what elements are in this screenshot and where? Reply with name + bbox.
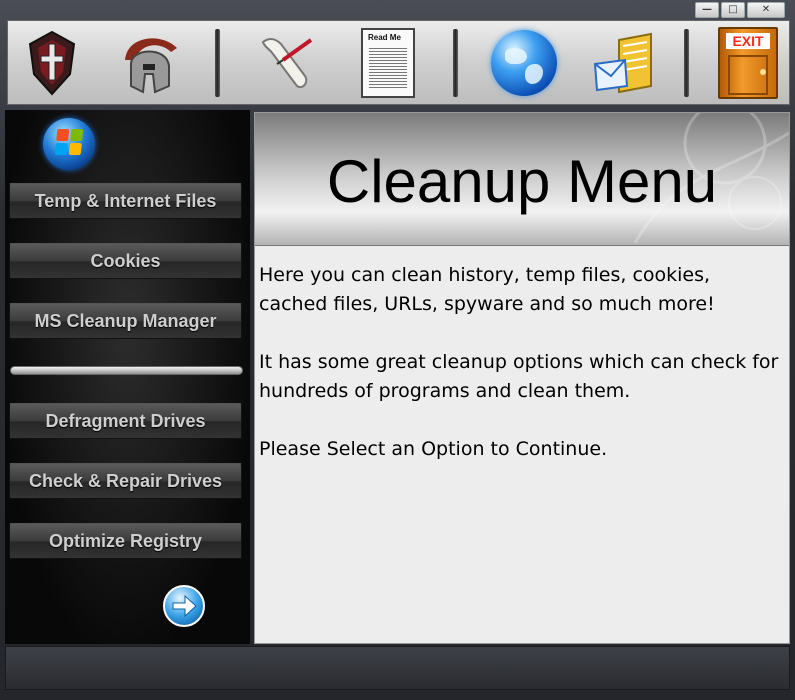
restore-button[interactable]: □ — [721, 2, 745, 18]
window-controls: — □ ✕ — [695, 2, 785, 18]
toolbar-separator — [453, 29, 458, 97]
mail-icon[interactable] — [588, 27, 660, 99]
exit-door-icon[interactable]: EXIT — [712, 27, 784, 99]
readme-label: Read Me — [368, 33, 401, 42]
intro-paragraph: Here you can clean history, temp files, … — [259, 264, 715, 315]
readme-document-icon[interactable]: Read Me — [352, 27, 424, 99]
toolbar-separator — [684, 29, 689, 97]
defragment-drives-button[interactable]: Defragment Drives — [9, 403, 242, 439]
exit-label: EXIT — [726, 33, 770, 49]
sidebar-divider — [10, 366, 243, 375]
close-button[interactable]: ✕ — [747, 2, 785, 18]
options-paragraph: It has some great cleanup options which … — [259, 351, 779, 402]
spartan-helmet-icon[interactable] — [114, 27, 186, 99]
check-repair-drives-button[interactable]: Check & Repair Drives — [9, 463, 242, 499]
emblem-icon[interactable] — [16, 27, 88, 99]
optimize-registry-button[interactable]: Optimize Registry — [9, 523, 242, 559]
toolbar: Read Me EXIT — [7, 20, 790, 105]
page-title: Cleanup Menu — [326, 148, 718, 215]
toolbar-separator — [215, 29, 220, 97]
ms-cleanup-manager-button[interactable]: MS Cleanup Manager — [9, 303, 242, 339]
content-panel: Cleanup Menu Here you can clean history,… — [254, 112, 790, 644]
next-arrow-button[interactable] — [163, 585, 205, 627]
cookies-button[interactable]: Cookies — [9, 243, 242, 279]
scroll-quill-icon[interactable] — [250, 27, 322, 99]
arrow-right-icon — [172, 594, 197, 618]
sidebar: Temp & Internet Files Cookies MS Cleanup… — [5, 110, 250, 644]
globe-icon[interactable] — [488, 27, 560, 99]
panel-header: Cleanup Menu — [255, 113, 789, 246]
temp-internet-files-button[interactable]: Temp & Internet Files — [9, 183, 242, 219]
windows-logo-icon[interactable] — [43, 118, 95, 170]
minimize-button[interactable]: — — [695, 2, 719, 18]
status-bar — [5, 646, 790, 690]
application-window: — □ ✕ Read Me EXIT Temp & Internet Files… — [0, 0, 795, 700]
select-prompt: Please Select an Option to Continue. — [259, 438, 608, 460]
